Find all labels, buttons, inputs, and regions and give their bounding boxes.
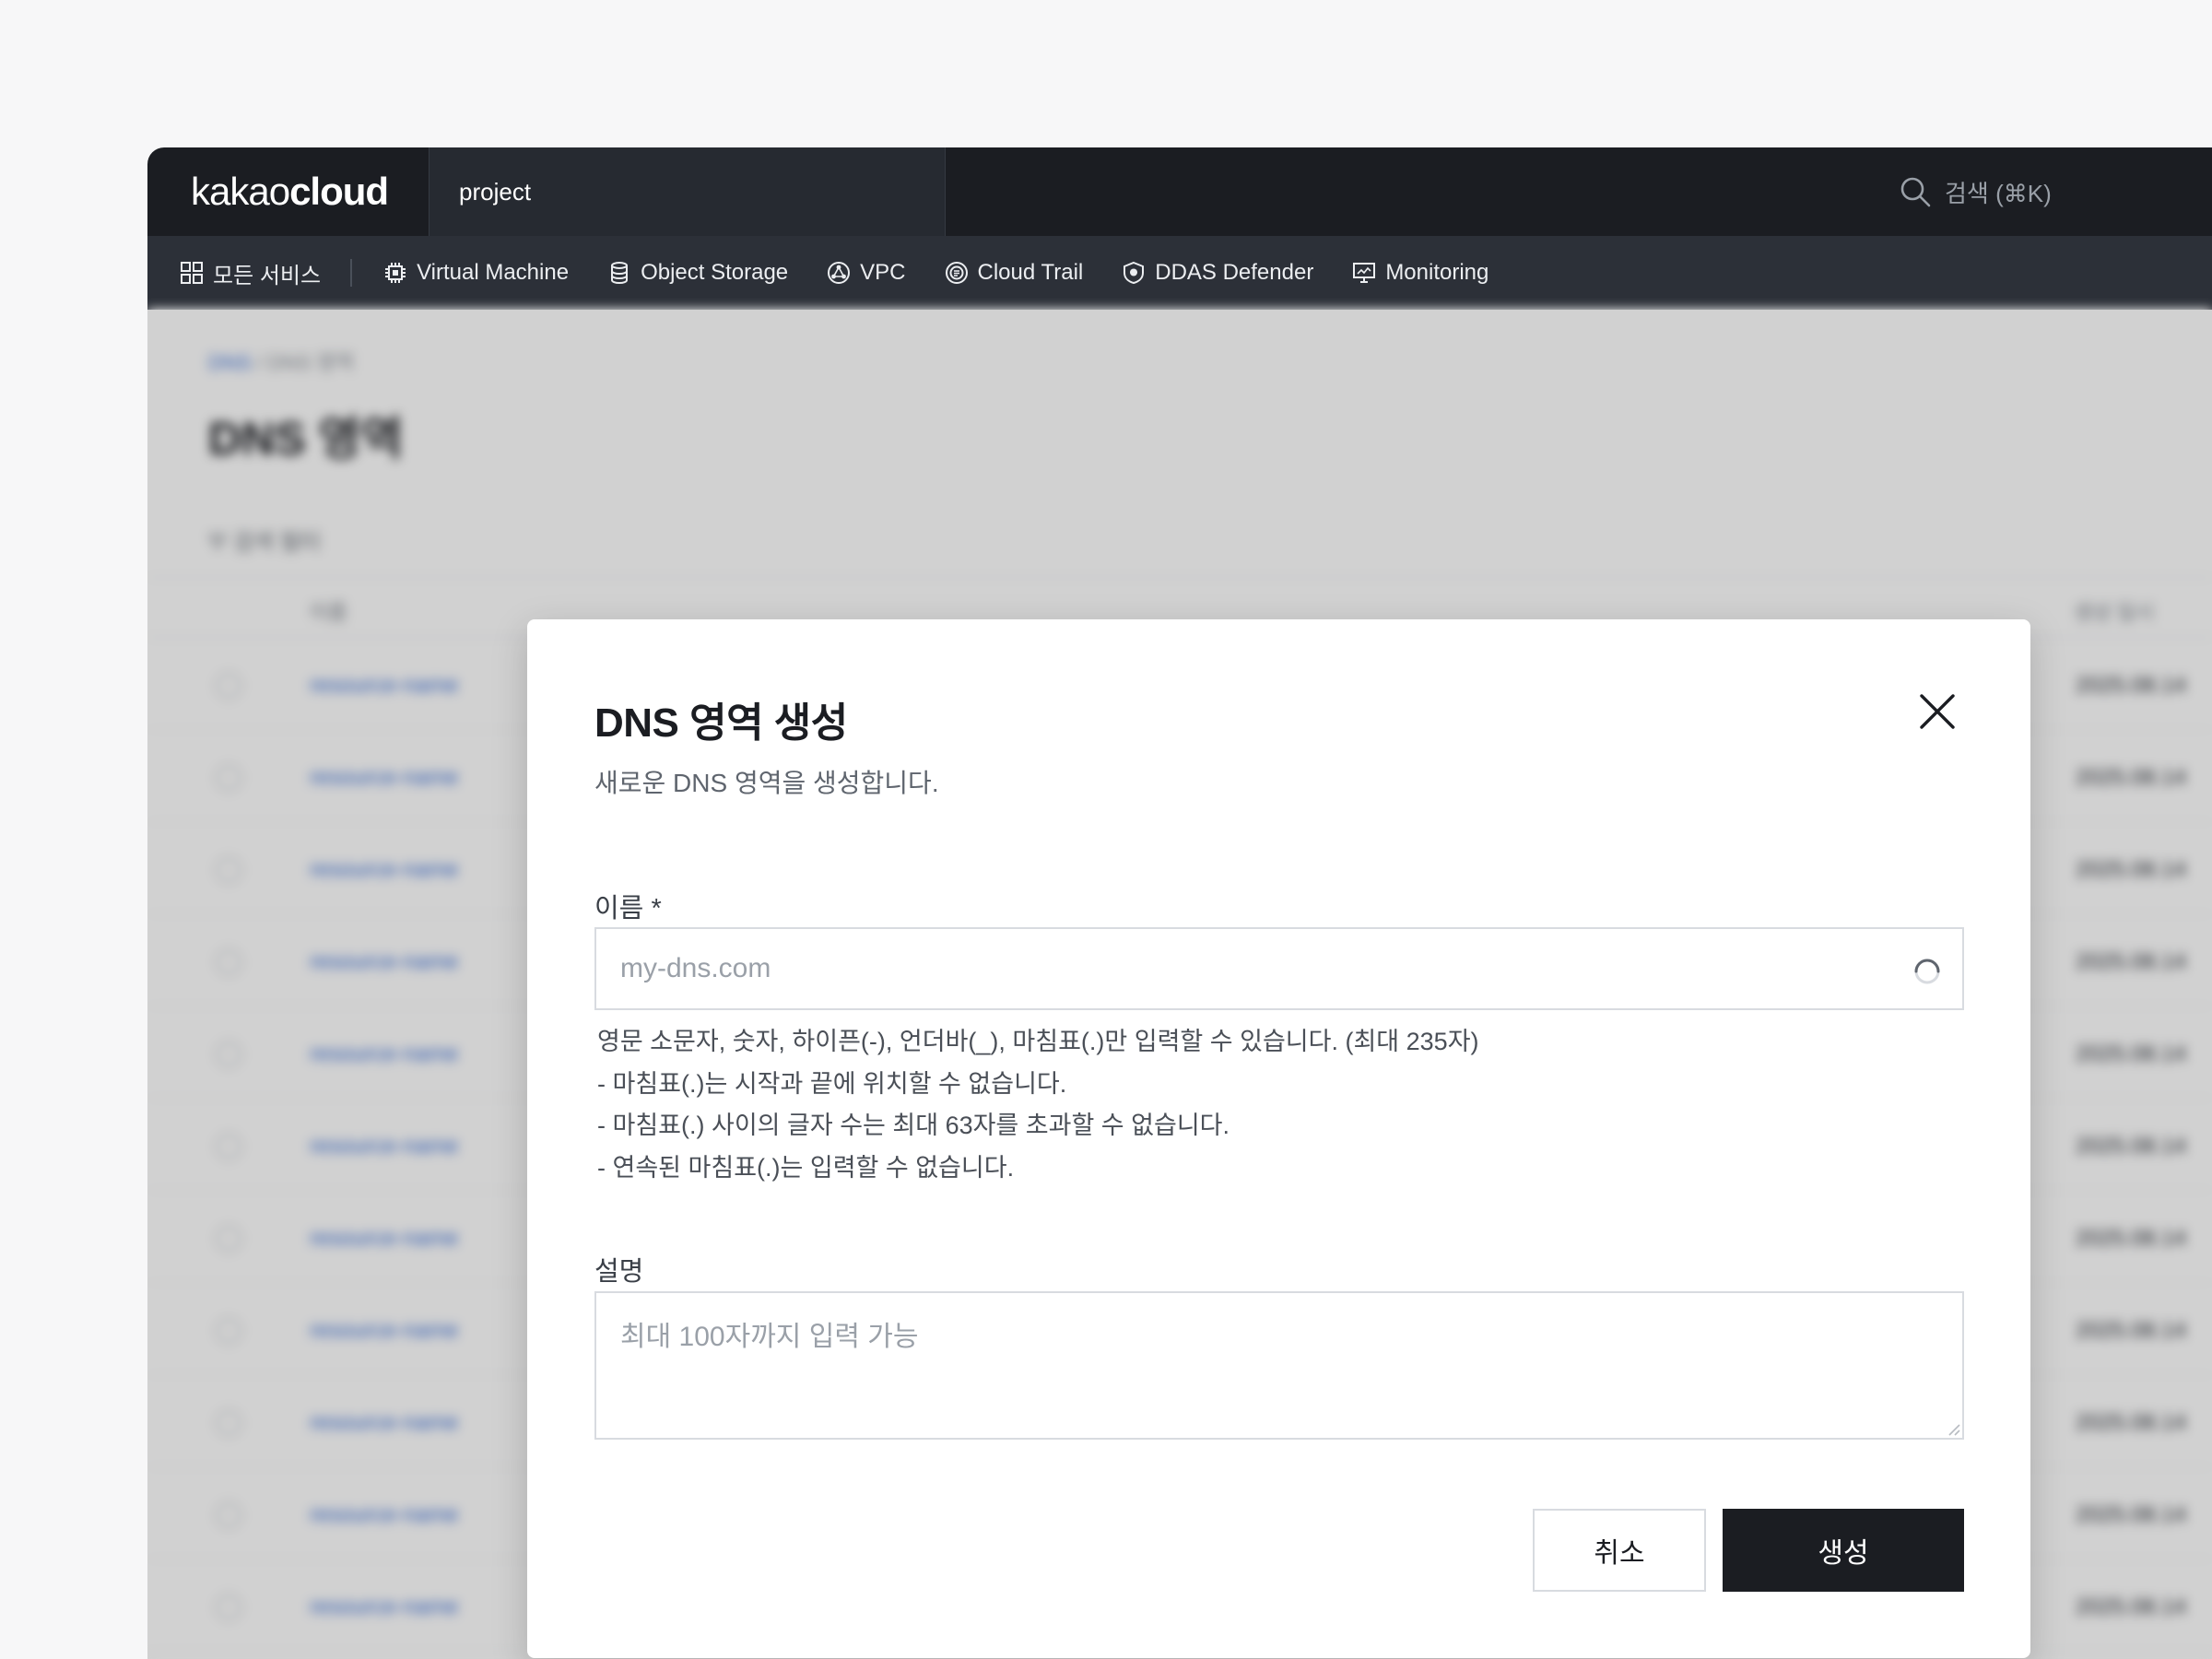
required-mark: * (651, 894, 662, 924)
close-button[interactable] (1908, 682, 1967, 741)
database-icon (611, 262, 629, 285)
name-label: 이름 * (594, 887, 662, 925)
nav-divider (350, 259, 353, 287)
service-label: DDAS Defender (1155, 260, 1314, 285)
help-line: - 마침표(.)는 시작과 끝에 위치할 수 없습니다. (597, 1069, 1067, 1098)
dialog-subtitle: 새로운 DNS 영역을 생성합니다. (594, 769, 939, 797)
kakaocloud-logo[interactable]: kakaocloud (191, 170, 389, 214)
service-label: Cloud Trail (977, 260, 1084, 285)
close-icon (1920, 694, 1955, 729)
service-label: Object Storage (641, 260, 789, 285)
chip-icon (385, 263, 406, 283)
resize-handle-icon[interactable] (1946, 1421, 1960, 1436)
name-label-text: 이름 (594, 894, 644, 924)
project-name: project (459, 178, 532, 206)
create-button[interactable]: 생성 (1723, 1509, 1964, 1592)
service-nav: 모든 서비스 Virtual Machine Object Storage VP… (147, 236, 2212, 310)
description-input[interactable] (596, 1293, 1962, 1438)
top-bar: kakaocloud project 검색 (⌘K) (147, 147, 2212, 236)
shield-icon (1124, 261, 1145, 285)
logo-light: kakao (191, 170, 290, 213)
global-search[interactable]: 검색 (⌘K) (1899, 171, 2052, 212)
create-dns-zone-dialog: DNS 영역 생성 새로운 DNS 영역을 생성합니다. 이름 * 영문 소문자… (527, 619, 2030, 1658)
network-icon (828, 262, 851, 284)
description-label: 설명 (594, 1257, 644, 1287)
service-label: VPC (860, 260, 906, 285)
all-services-label: 모든 서비스 (213, 263, 322, 288)
description-field (594, 1291, 1964, 1440)
service-vpc[interactable]: VPC (827, 260, 906, 286)
loading-spinner-icon (1914, 959, 1940, 984)
project-selector[interactable]: project (429, 147, 946, 236)
all-services-button[interactable]: 모든 서비스 (180, 257, 321, 289)
service-ddas-defender[interactable]: DDAS Defender (1122, 260, 1313, 286)
service-cloud-trail[interactable]: Cloud Trail (945, 260, 1084, 286)
service-virtual-machine[interactable]: Virtual Machine (383, 260, 569, 286)
monitor-icon (1353, 263, 1376, 283)
name-field (594, 927, 1964, 1010)
search-placeholder: 검색 (⌘K) (1945, 179, 2052, 207)
search-icon (1900, 177, 1931, 207)
name-help-text: 영문 소문자, 숫자, 하이픈(-), 언더바(_), 마침표(.)만 입력할 … (597, 1021, 1479, 1189)
help-line: - 마침표(.) 사이의 글자 수는 최대 63자를 초과할 수 없습니다. (597, 1112, 1230, 1139)
service-label: Monitoring (1385, 260, 1489, 285)
service-monitoring[interactable]: Monitoring (1352, 260, 1488, 286)
app-window: kakaocloud project 검색 (⌘K) 모든 서비스 Virtua… (147, 147, 2212, 1659)
service-label: Virtual Machine (417, 260, 570, 285)
name-input[interactable] (596, 929, 1962, 1008)
dialog-title: DNS 영역 생성 (594, 700, 848, 746)
help-line: 영문 소문자, 숫자, 하이픈(-), 언더바(_), 마침표(.)만 입력할 … (597, 1028, 1479, 1055)
cancel-button[interactable]: 취소 (1533, 1509, 1706, 1592)
help-line: - 연속된 마침표(.)는 입력할 수 없습니다. (597, 1153, 1015, 1182)
service-object-storage[interactable]: Object Storage (607, 260, 788, 286)
trail-icon (945, 262, 968, 284)
logo-bold: cloud (289, 170, 389, 213)
grid-icon (181, 262, 203, 284)
